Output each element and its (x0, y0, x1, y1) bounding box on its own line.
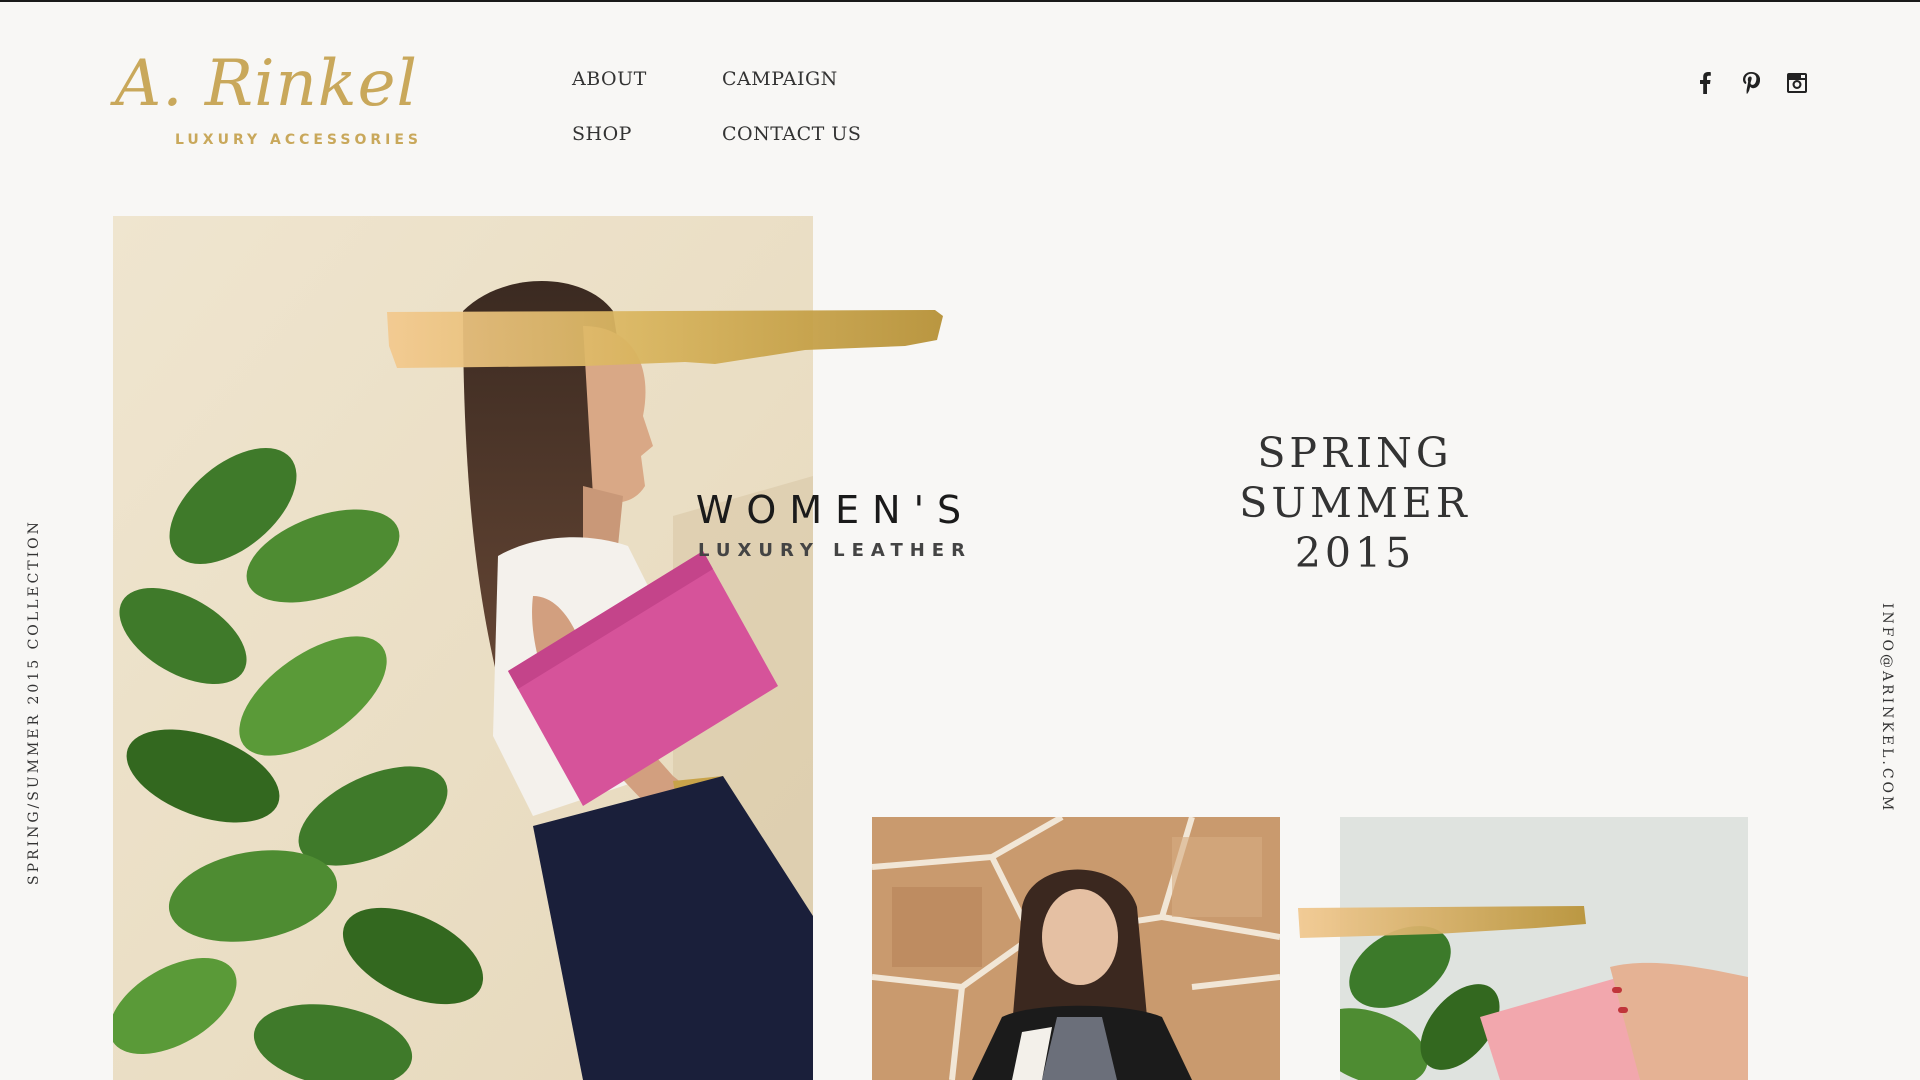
nav-shop[interactable]: SHOP (572, 123, 632, 145)
hero-headline-block: WOMEN'S LUXURY LEATHER (690, 488, 980, 561)
gold-brush-stroke (385, 306, 945, 370)
nav-about[interactable]: ABOUT (572, 68, 647, 90)
logo-tagline: LUXURY ACCESSORIES (175, 132, 422, 148)
campaign-thumbnail-1[interactable] (872, 817, 1280, 1080)
campaign-thumbnail-2[interactable] (1340, 817, 1748, 1080)
gold-brush-stroke-small (1296, 904, 1588, 940)
facebook-icon[interactable] (1694, 72, 1716, 94)
hero-subheadline: LUXURY LEATHER (698, 540, 972, 561)
nav-contact-us[interactable]: CONTACT US (722, 123, 861, 145)
social-links (1694, 72, 1808, 94)
instagram-icon[interactable] (1786, 72, 1808, 94)
email-side-link[interactable]: INFO@ARINKEL.COM (1879, 603, 1895, 813)
hero-headline: WOMEN'S (695, 488, 975, 532)
pinterest-icon[interactable] (1740, 72, 1762, 94)
logo-script-text: A. Rinkel (115, 47, 418, 121)
season-title: SPRING SUMMER 2015 (1205, 428, 1505, 578)
season-line-3: 2015 (1294, 529, 1416, 577)
collection-side-label: SPRING/SUMMER 2015 COLLECTION (26, 519, 42, 885)
brand-logo[interactable]: A. Rinkel LUXURY ACCESSORIES (115, 52, 465, 152)
top-border (0, 0, 1920, 2)
season-line-2: SUMMER (1239, 479, 1471, 527)
season-line-1: SPRING (1257, 429, 1453, 477)
nav-campaign[interactable]: CAMPAIGN (722, 68, 838, 90)
main-nav: ABOUT CAMPAIGN SHOP CONTACT US (572, 68, 872, 148)
